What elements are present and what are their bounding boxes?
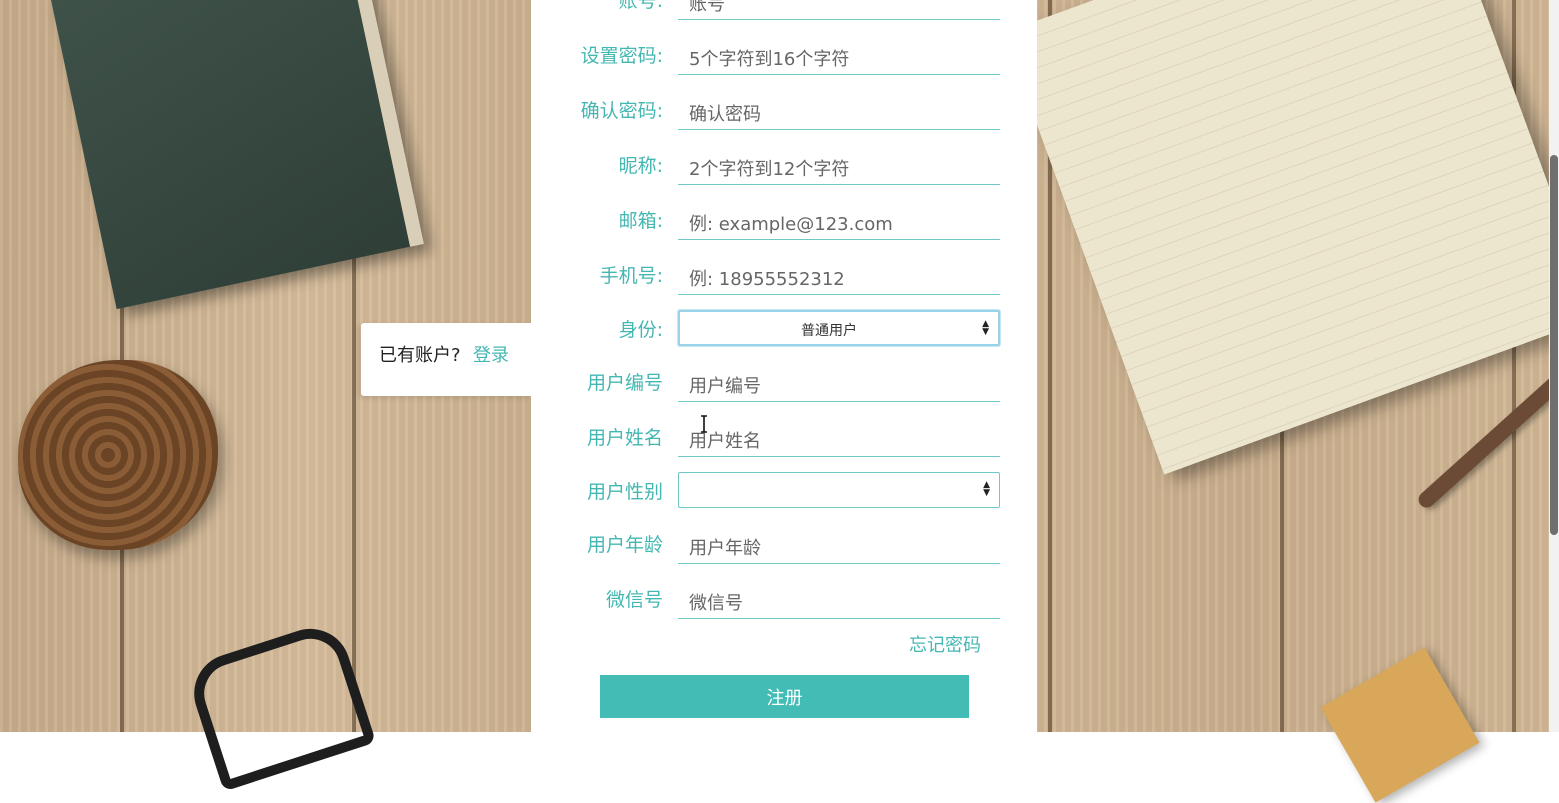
identity-selected-value: 普通用户 (801, 323, 857, 339)
user-age-input[interactable] (678, 530, 1000, 564)
existing-account-card: 已有账户? 登录 (361, 323, 531, 396)
user-no-label: 用户编号 (586, 372, 663, 394)
user-name-row: 用户姓名 (531, 423, 1037, 463)
nickname-label: 昵称: (618, 155, 663, 177)
email-label: 邮箱: (618, 210, 663, 232)
account-label: 账号: (618, 0, 663, 12)
nickname-input[interactable] (678, 151, 1000, 185)
email-input[interactable] (678, 206, 1000, 240)
phone-input[interactable] (678, 261, 1000, 295)
identity-select[interactable]: 普通用户 ▲ ▼ (678, 310, 1000, 346)
page-scrollbar[interactable] (1549, 0, 1559, 732)
password-input[interactable] (678, 41, 1000, 75)
identity-row: 身份: 普通用户 ▲ ▼ (531, 310, 1037, 350)
user-no-row: 用户编号 (531, 368, 1037, 408)
select-arrows-icon: ▲ ▼ (983, 480, 990, 498)
user-age-label: 用户年龄 (586, 534, 663, 556)
wechat-input[interactable] (678, 585, 1000, 619)
user-no-input[interactable] (678, 368, 1000, 402)
confirm-password-label: 确认密码: (580, 100, 663, 122)
user-gender-row: 用户性别 ▲ ▼ (531, 472, 1037, 512)
wechat-label: 微信号 (605, 589, 663, 611)
existing-account-question: 已有账户? (379, 345, 461, 366)
password-row: 设置密码: (531, 41, 1037, 81)
account-input[interactable] (678, 0, 1000, 20)
register-button[interactable]: 注册 (600, 675, 969, 718)
user-name-label: 用户姓名 (586, 427, 663, 449)
account-row: 账号: (531, 0, 1037, 26)
identity-label: 身份: (618, 319, 663, 341)
email-row: 邮箱: (531, 206, 1037, 246)
scrollbar-thumb[interactable] (1550, 155, 1558, 535)
login-link[interactable]: 登录 (473, 341, 509, 367)
wechat-row: 微信号 (531, 585, 1037, 625)
forgot-password-link[interactable]: 忘记密码 (909, 631, 981, 657)
password-label: 设置密码: (580, 45, 663, 67)
phone-row: 手机号: (531, 261, 1037, 301)
nickname-row: 昵称: (531, 151, 1037, 191)
register-form-panel: 账号: 设置密码: 确认密码: 昵称: 邮箱: 手机号: 身份: 普通用户 ▲▼… (531, 0, 1037, 732)
text-cursor-icon (701, 415, 707, 433)
user-gender-select[interactable]: ▲ ▼ (678, 472, 1000, 508)
user-age-row: 用户年龄 (531, 530, 1037, 570)
user-name-input[interactable] (678, 423, 1000, 457)
confirm-password-row: 确认密码: (531, 96, 1037, 136)
phone-label: 手机号: (599, 265, 663, 287)
user-gender-label: 用户性别 (586, 481, 663, 503)
pinecone-decoration (18, 360, 218, 550)
confirm-password-input[interactable] (678, 96, 1000, 130)
select-arrows-icon: ▲ ▼ (982, 319, 989, 337)
